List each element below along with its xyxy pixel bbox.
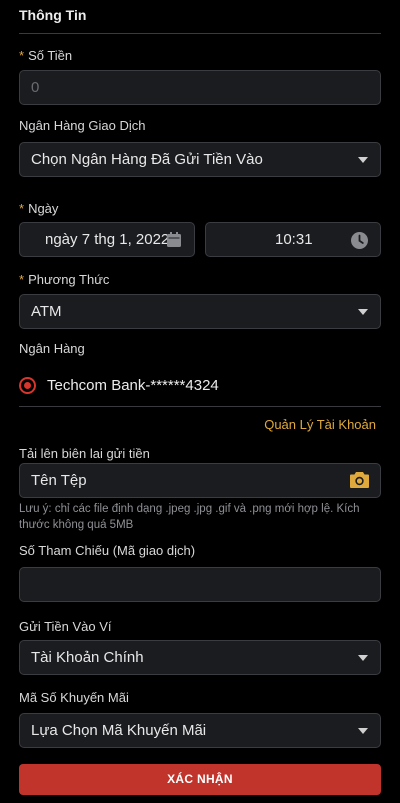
method-value: ATM [31, 303, 62, 320]
method-select[interactable]: ATM [19, 294, 381, 329]
promo-value: Lựa Chọn Mã Khuyến Mãi [31, 722, 207, 739]
promo-label: Mã Số Khuyến Mãi [19, 690, 129, 705]
wallet-value: Tài Khoản Chính [31, 649, 144, 666]
file-name: Tên Tệp [31, 472, 87, 489]
date-value: ngày 7 thg 1, 2022 [45, 231, 170, 248]
chevron-down-icon [358, 728, 368, 734]
clock-icon[interactable] [351, 232, 368, 249]
section-title: Thông Tin [19, 7, 87, 23]
divider [19, 33, 381, 34]
wallet-label: Gửi Tiền Vào Ví [19, 619, 112, 634]
chevron-down-icon [358, 157, 368, 163]
manage-account-link[interactable]: Quản Lý Tài Khoản [264, 417, 376, 432]
bank-label: Ngân Hàng [19, 341, 85, 356]
upload-label: Tải lên biên lai gửi tiền [19, 446, 150, 461]
amount-input[interactable]: 0 [19, 70, 381, 105]
camera-icon[interactable] [350, 472, 369, 488]
reference-label: Số Tham Chiếu (Mã giao dịch) [19, 543, 196, 558]
required-asterisk: * [19, 48, 25, 63]
bank-radio[interactable] [19, 377, 36, 394]
wallet-select[interactable]: Tài Khoản Chính [19, 640, 381, 675]
time-value: 10:31 [275, 231, 313, 248]
amount-placeholder: 0 [31, 79, 40, 96]
method-label: * Phương Thức [19, 272, 110, 287]
required-asterisk: * [19, 201, 25, 216]
date-input[interactable]: ngày 7 thg 1, 2022 [19, 222, 195, 257]
transaction-bank-value: Chọn Ngân Hàng Đã Gửi Tiền Vào [31, 151, 263, 168]
transaction-bank-select[interactable]: Chọn Ngân Hàng Đã Gửi Tiền Vào [19, 142, 381, 177]
amount-label: * Số Tiền [19, 48, 73, 63]
chevron-down-icon [358, 655, 368, 661]
date-label: * Ngày [19, 201, 59, 216]
transaction-bank-label: Ngân Hàng Giao Dịch [19, 118, 146, 133]
submit-button[interactable]: XÁC NHẬN [19, 764, 381, 795]
reference-input[interactable] [19, 567, 381, 602]
divider [19, 406, 381, 407]
chevron-down-icon [358, 309, 368, 315]
bank-account-name[interactable]: Techcom Bank-******4324 [47, 377, 219, 394]
promo-select[interactable]: Lựa Chọn Mã Khuyến Mãi [19, 713, 381, 748]
upload-input[interactable]: Tên Tệp [19, 463, 381, 498]
calendar-icon[interactable] [167, 232, 181, 247]
upload-note: Lưu ý: chỉ các file định dạng .jpeg .jpg… [19, 503, 360, 531]
time-input[interactable]: 10:31 [205, 222, 381, 257]
required-asterisk: * [19, 272, 25, 287]
